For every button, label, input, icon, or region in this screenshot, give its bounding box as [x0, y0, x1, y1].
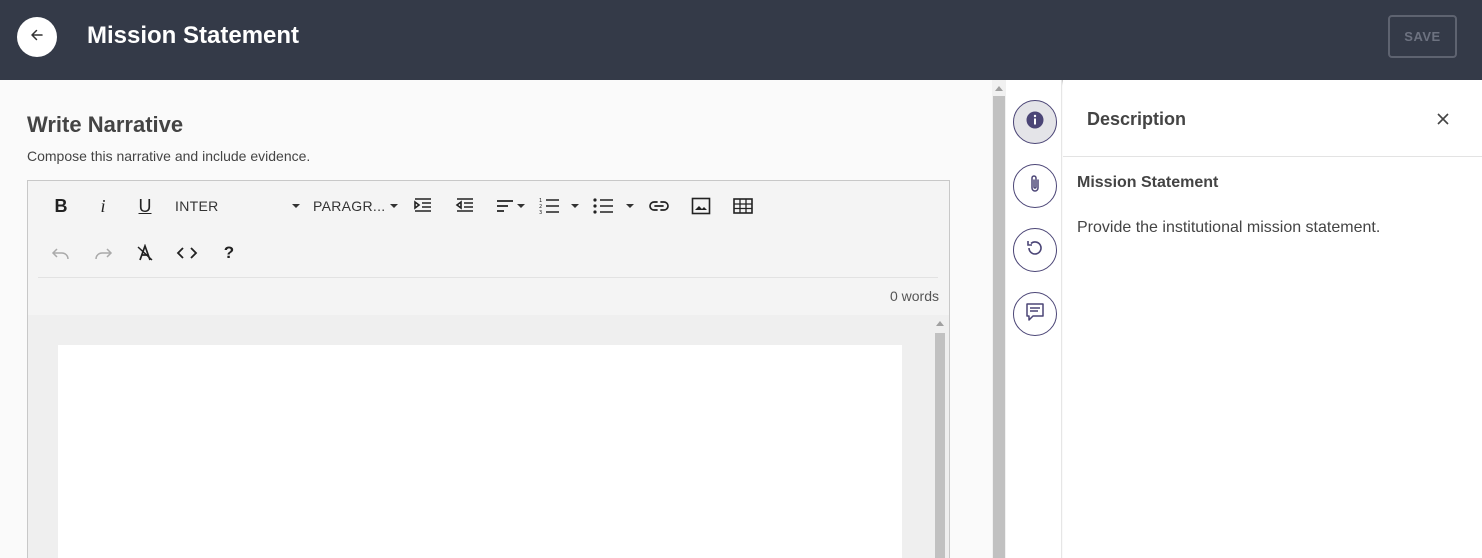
info-icon [1026, 111, 1044, 134]
code-icon [176, 246, 198, 260]
insert-table-button[interactable] [728, 191, 758, 221]
undo-icon [51, 247, 71, 259]
insert-image-button[interactable] [686, 191, 716, 221]
source-code-button[interactable] [172, 238, 202, 268]
history-icon [1025, 238, 1045, 263]
block-format-select[interactable]: PARAGR... [313, 198, 385, 214]
rich-text-editor: B i U INTER PARAGR... 1 2 3 ? 0 words [27, 180, 950, 558]
underline-icon: U [138, 195, 152, 216]
bold-icon: B [54, 195, 68, 216]
app-header: Mission Statement SAVE [0, 0, 1482, 80]
description-text: Provide the institutional mission statem… [1077, 219, 1381, 236]
attachments-button[interactable] [1013, 164, 1057, 208]
editor-content-area[interactable] [58, 345, 902, 558]
numbered-list-icon: 123 [538, 197, 560, 215]
close-icon [1437, 112, 1449, 130]
scrollbar-thumb[interactable] [993, 96, 1005, 558]
panel-header: Description [1063, 80, 1482, 157]
help-button[interactable]: ? [214, 238, 244, 268]
font-family-dropdown-icon [292, 204, 300, 208]
clear-formatting-button[interactable] [130, 238, 160, 268]
description-panel: Description Mission Statement Provide th… [1063, 80, 1482, 558]
section-title: Write Narrative [27, 112, 184, 137]
outdent-icon [455, 197, 475, 215]
close-panel-button[interactable] [1431, 109, 1455, 133]
numbered-list-dropdown-icon [571, 204, 579, 208]
block-format-dropdown-icon [390, 204, 398, 208]
link-icon [648, 199, 670, 213]
italic-button[interactable]: i [88, 191, 118, 221]
paperclip-icon [1028, 174, 1042, 199]
indent-button[interactable] [408, 191, 438, 221]
redo-button[interactable] [88, 238, 118, 268]
narrative-section: Write Narrative Compose this narrative a… [0, 80, 992, 558]
font-family-select[interactable]: INTER [175, 198, 219, 214]
description-heading: Mission Statement [1077, 174, 1219, 191]
page-title: Mission Statement [87, 22, 300, 49]
comment-icon [1025, 302, 1045, 327]
image-icon [691, 197, 711, 215]
toolbar-divider [38, 277, 938, 278]
help-icon: ? [223, 243, 235, 262]
editor-scroll-up-icon[interactable] [936, 321, 944, 326]
back-button[interactable] [17, 17, 57, 57]
editor-scrollbar[interactable] [935, 333, 945, 558]
underline-button[interactable]: U [130, 191, 160, 221]
indent-icon [413, 197, 433, 215]
svg-text:3: 3 [539, 210, 542, 215]
undo-button[interactable] [46, 238, 76, 268]
table-icon [733, 198, 753, 214]
save-button[interactable]: SAVE [1388, 15, 1457, 58]
clear-formatting-icon [136, 244, 154, 262]
redo-icon [93, 247, 113, 259]
info-button[interactable] [1013, 100, 1057, 144]
align-left-icon [495, 198, 515, 214]
side-rail [1006, 80, 1062, 558]
editor-canvas [28, 315, 949, 558]
outdent-button[interactable] [450, 191, 480, 221]
section-subtitle: Compose this narrative and include evide… [27, 148, 311, 164]
align-button[interactable] [490, 191, 520, 221]
scroll-up-icon[interactable] [995, 86, 1003, 91]
bullet-list-button[interactable] [588, 191, 618, 221]
insert-link-button[interactable] [644, 191, 674, 221]
numbered-list-button[interactable]: 123 [534, 191, 564, 221]
comments-button[interactable] [1013, 292, 1057, 336]
align-dropdown-icon [517, 204, 525, 208]
arrow-left-icon [29, 27, 45, 48]
page-scrollbar[interactable] [992, 80, 1006, 558]
history-button[interactable] [1013, 228, 1057, 272]
bold-button[interactable]: B [46, 191, 76, 221]
italic-icon: i [100, 195, 106, 216]
bullet-list-dropdown-icon [626, 204, 634, 208]
bullet-list-icon [592, 197, 614, 215]
panel-title: Description [1087, 109, 1187, 129]
word-count: 0 words [889, 288, 939, 304]
